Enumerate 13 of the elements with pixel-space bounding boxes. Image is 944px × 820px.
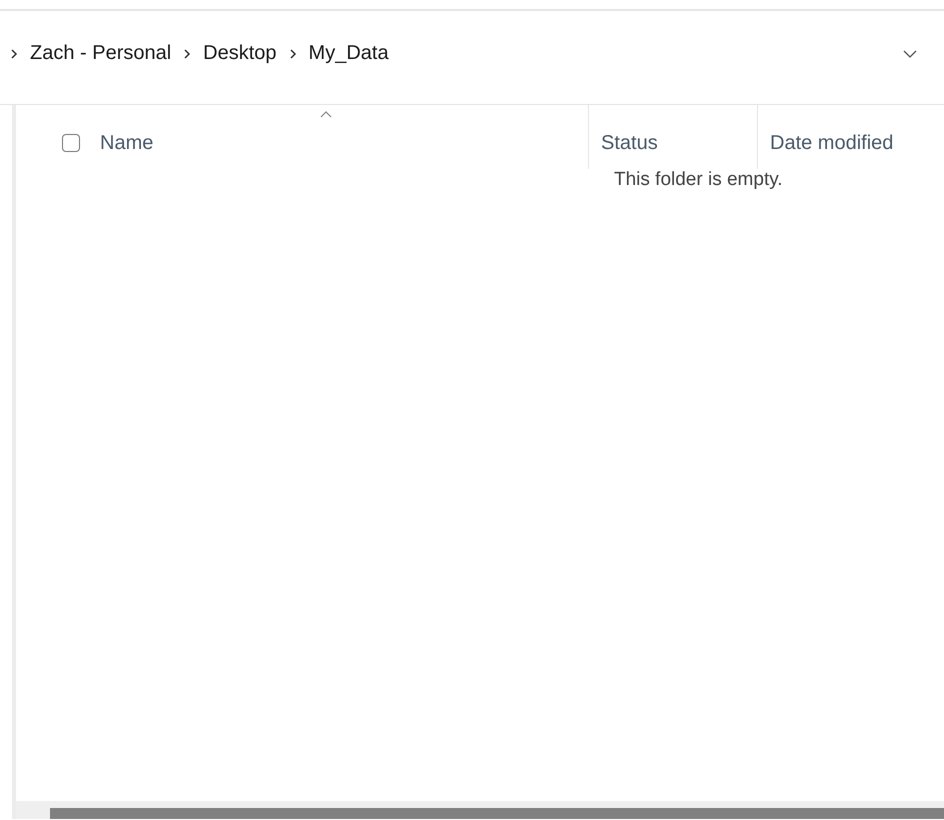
column-header[interactable]: Name — [100, 120, 154, 154]
empty-folder-message: This folder is empty. — [614, 169, 783, 190]
chevron-right-icon — [10, 48, 18, 60]
breadcrumb-item[interactable]: Desktop — [203, 42, 277, 65]
scrollbar-thumb[interactable] — [50, 808, 944, 819]
column-header[interactable]: Date modified — [770, 120, 894, 154]
chevron-right-icon — [288, 48, 297, 60]
breadcrumb-item[interactable]: My_Data — [308, 42, 389, 65]
column-header[interactable]: Status — [601, 120, 658, 154]
chevron-down-icon — [903, 50, 917, 58]
chevron-right-icon — [183, 48, 192, 60]
breadcrumb-item[interactable]: Zach - Personal — [30, 42, 172, 65]
select-all-checkbox[interactable] — [62, 134, 80, 152]
